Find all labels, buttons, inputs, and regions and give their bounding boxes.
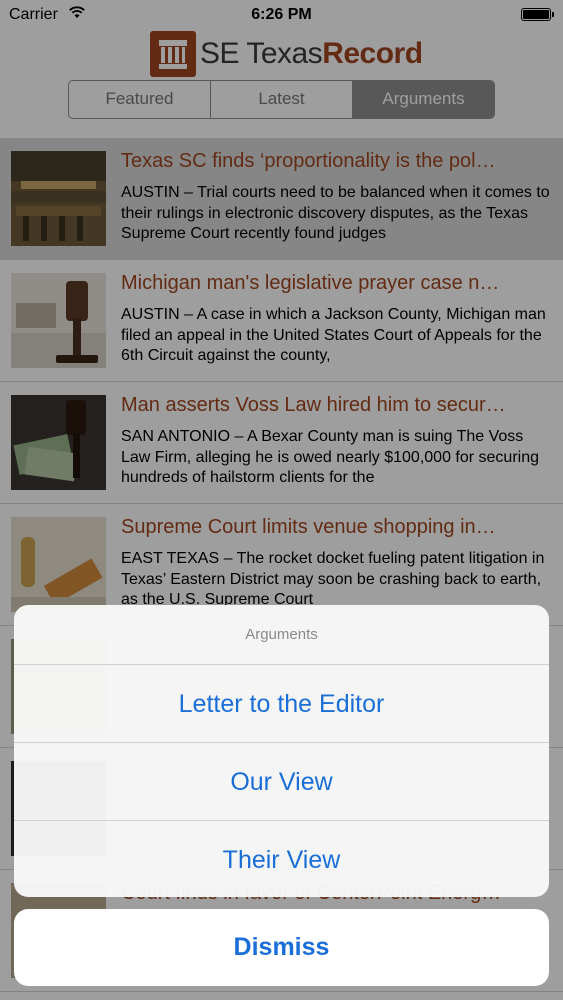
our-view-button[interactable]: Our View: [14, 743, 549, 821]
action-sheet-title: Arguments: [14, 605, 549, 665]
letter-to-the-editor-button[interactable]: Letter to the Editor: [14, 665, 549, 743]
their-view-button[interactable]: Their View: [14, 821, 549, 897]
action-sheet: Arguments Letter to the Editor Our View …: [14, 605, 549, 897]
dismiss-button[interactable]: Dismiss: [14, 909, 549, 986]
